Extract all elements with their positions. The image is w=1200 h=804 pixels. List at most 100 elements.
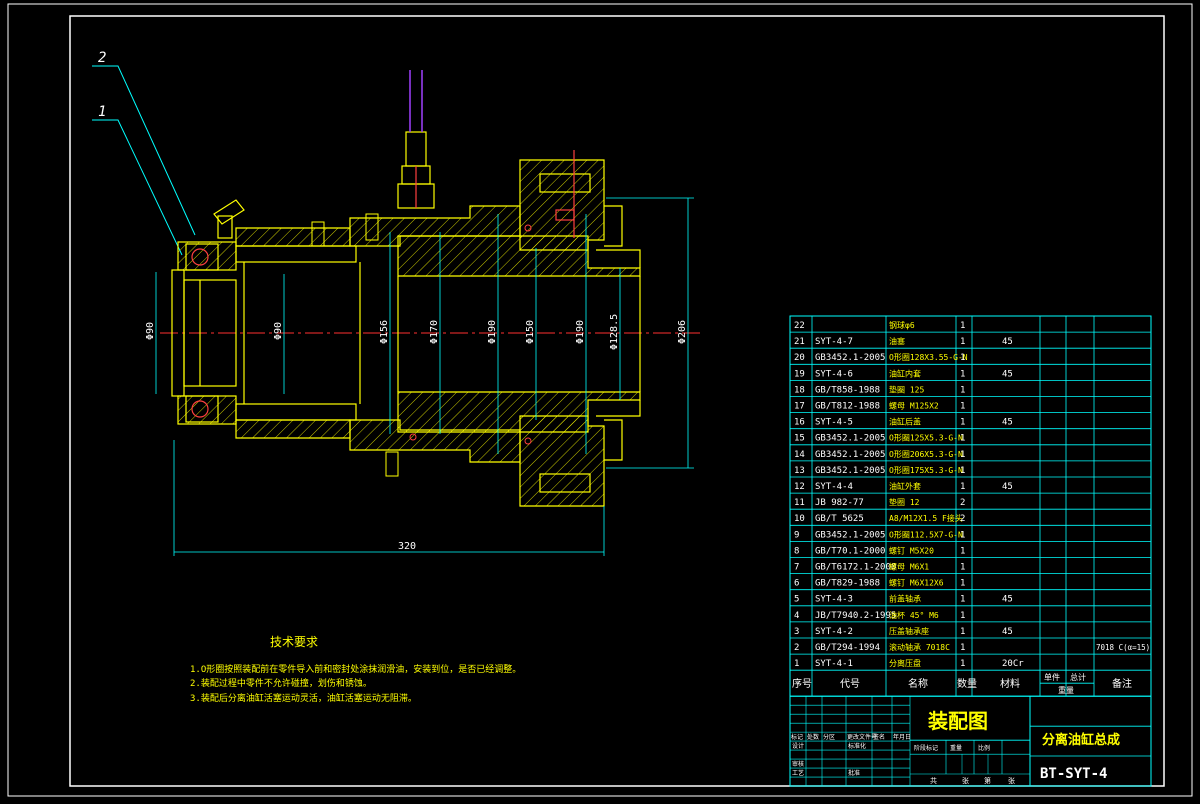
bom-row: 5 SYT-4-3 前盖轴承 1 45	[794, 594, 1013, 605]
bom-cell-qty: 1	[960, 466, 965, 476]
bom-cell-qty: 1	[960, 595, 965, 605]
bom-cell-no: 1	[794, 659, 799, 669]
bom-row: 11 JB 982-77 垫圈 12 2	[794, 497, 965, 508]
bom-cell-code: SYT-4-4	[815, 482, 853, 492]
bom-header-single: 单件	[1044, 672, 1060, 682]
bom-cell-qty: 1	[960, 563, 965, 573]
bom-cell-no: 13	[794, 466, 805, 476]
bom-cell-name: 垫圈 125	[889, 384, 924, 394]
bom-cell-qty: 1	[960, 579, 965, 589]
bom-header-code: 代号	[840, 678, 860, 690]
bom-cell-no: 18	[794, 385, 805, 395]
bom-cell-name: O形圈175X5.3-G-N	[889, 466, 963, 475]
bom-cell-no: 4	[794, 611, 799, 621]
bom-cell-material: 20Cr	[1002, 659, 1024, 669]
dim-length-320: 320	[398, 541, 416, 552]
bom-row: 4 JB/T7940.2-1995油杯 45° M6 1	[794, 610, 965, 621]
bom-cell-name: 螺母 M125X2	[889, 401, 939, 411]
bom-cell-note: 7018 C(α=15)	[1096, 643, 1150, 652]
notes-item-2: 2.装配过程中零件不允许碰撞，划伤和锈蚀。	[190, 677, 372, 689]
bom-cell-code: GB3452.1-2005	[815, 530, 885, 540]
bom-row: 17 GB/T812-1988 螺母 M125X2 1	[794, 401, 965, 412]
bom-cell-code: GB/T 5625	[815, 514, 864, 524]
bom-cell-no: 9	[794, 530, 799, 540]
bom-cell-name: 螺钉 M6X12X6	[889, 578, 944, 588]
bom-cell-code: GB/T294-1994	[815, 643, 880, 653]
title-label-small: 签名	[873, 733, 885, 741]
bom-cell-code: GB/T858-1988	[815, 385, 880, 395]
bom-cell-name: 前盖轴承	[889, 594, 921, 604]
bom-row: 1 SYT-4-1 分离压盘 1 20Cr	[794, 658, 1024, 669]
bom-row: 18 GB/T858-1988 垫圈 125 1	[794, 384, 965, 395]
bom-cell-code: SYT-4-5	[815, 418, 853, 428]
title-block: 标记 处数 分区 更改文件号签名 年月日设计 标准化审核工艺 批准装配图阶段标记 重量 比例共张…	[789, 695, 1152, 787]
bom-row: 12 SYT-4-4 油缸外套 1 45	[794, 481, 1013, 492]
bom-cell-qty: 1	[960, 321, 965, 331]
bom-cell-no: 12	[794, 482, 805, 492]
dim-d190b: Φ190	[575, 320, 586, 344]
drawing-svg: 2 1 320 Φ90 Φ90 Φ156 Φ170 Φ190 Φ150 Φ190…	[7, 3, 1193, 797]
title-label-sheet: 张	[962, 776, 969, 785]
bom-cell-qty: 1	[960, 402, 965, 412]
bom-cell-name: O形圈125X5.3-G-N	[889, 434, 963, 443]
oil-fitting-part-10	[397, 131, 435, 209]
title-label-sheet: 张	[1008, 776, 1015, 785]
dim-d90-right: Φ90	[273, 322, 284, 340]
dim-d190a: Φ190	[487, 320, 498, 344]
bom-row: 14 GB3452.1-2005 O形圈206X5.3-G-N1	[794, 450, 965, 460]
bom-header-weight: 重量	[1058, 685, 1074, 695]
bom-cell-name: 压盖轴承座	[889, 626, 929, 636]
bom-row: 7 GB/T6172.1-2000螺母 M6X1 1	[794, 562, 965, 573]
dim-d170: Φ170	[429, 320, 440, 344]
bom-cell-name: 垫圈 12	[889, 497, 920, 507]
bom-cell-qty: 2	[960, 514, 965, 524]
bom-cell-no: 22	[794, 321, 805, 331]
dim-d90-left: Φ90	[145, 322, 156, 340]
bom-row: 19 SYT-4-6 油缸内套 1 45	[794, 368, 1013, 379]
bom-table: 22 钢球φ6 121 SYT-4-7 油塞 1 4520 GB3452.1-2005 O形圈1…	[789, 315, 1152, 697]
bom-cell-no: 5	[794, 595, 799, 605]
bom-row: 13 GB3452.1-2005 O形圈175X5.3-G-N1	[794, 466, 965, 476]
bom-header-note: 备注	[1112, 677, 1132, 690]
bom-row: 9 GB3452.1-2005 O形圈112.5X7-G-N1	[794, 530, 965, 540]
bom-cell-name: 油缸外套	[889, 481, 921, 491]
bom-cell-code: SYT-4-6	[815, 369, 853, 379]
title-label-small: 年月日	[893, 733, 911, 741]
cad-drawing-canvas: 2 1 320 Φ90 Φ90 Φ156 Φ170 Φ190 Φ150 Φ190…	[0, 0, 1200, 800]
bom-cell-name: 螺钉 M5X20	[889, 545, 934, 555]
bom-cell-code: GB/T829-1988	[815, 579, 880, 589]
bom-cell-qty: 1	[960, 385, 965, 395]
bom-cell-code: SYT-4-7	[815, 337, 853, 347]
bom-cell-name: 油塞	[889, 336, 905, 346]
bom-cell-qty: 1	[960, 369, 965, 379]
drawing-type-title: 装配图	[927, 709, 988, 733]
drawing-name: 分离油缸总成	[1042, 732, 1120, 748]
bom-cell-name: A8/M12X1.5 F接头	[889, 513, 963, 523]
notes-title: 技术要求	[270, 635, 318, 649]
bom-cell-code: GB3452.1-2005	[815, 450, 885, 460]
bom-cell-no: 15	[794, 434, 805, 444]
bom-cell-no: 3	[794, 627, 799, 637]
bom-cell-code: SYT-4-3	[815, 595, 853, 605]
bom-cell-name: O形圈128X3.55-G-N	[889, 353, 968, 362]
bom-row: 3 SYT-4-2 压盖轴承座 1 45	[794, 626, 1013, 637]
cylinder-inner-sleeve-part-19	[359, 235, 641, 433]
bom-cell-code: GB/T70.1-2000	[815, 546, 885, 556]
bom-row: 8 GB/T70.1-2000 螺钉 M5X20 1	[794, 545, 965, 556]
bom-cell-name: 油缸内套	[889, 368, 921, 378]
bom-cell-qty: 2	[960, 498, 965, 508]
bom-header-total: 总计	[1070, 672, 1086, 682]
title-label-sheet: 共	[930, 776, 937, 785]
bom-cell-qty: 1	[960, 482, 965, 492]
notes-item-3: 3.装配后分离油缸活塞运动灵活，油缸活塞运动无阻滞。	[190, 692, 417, 704]
bom-cell-qty: 1	[960, 450, 965, 460]
title-label-stage: 阶段标记	[914, 744, 938, 752]
bom-cell-no: 7	[794, 563, 799, 573]
bom-cell-no: 16	[794, 418, 805, 428]
bom-row: 16 SYT-4-5 油缸后盖 1 45	[794, 417, 1013, 428]
bom-cell-material: 45	[1002, 627, 1013, 637]
dim-d206: Φ206	[677, 320, 688, 344]
balloon-1: 1	[98, 104, 106, 120]
bom-cell-material: 45	[1002, 482, 1013, 492]
bom-cell-code: GB3452.1-2005	[815, 434, 885, 444]
